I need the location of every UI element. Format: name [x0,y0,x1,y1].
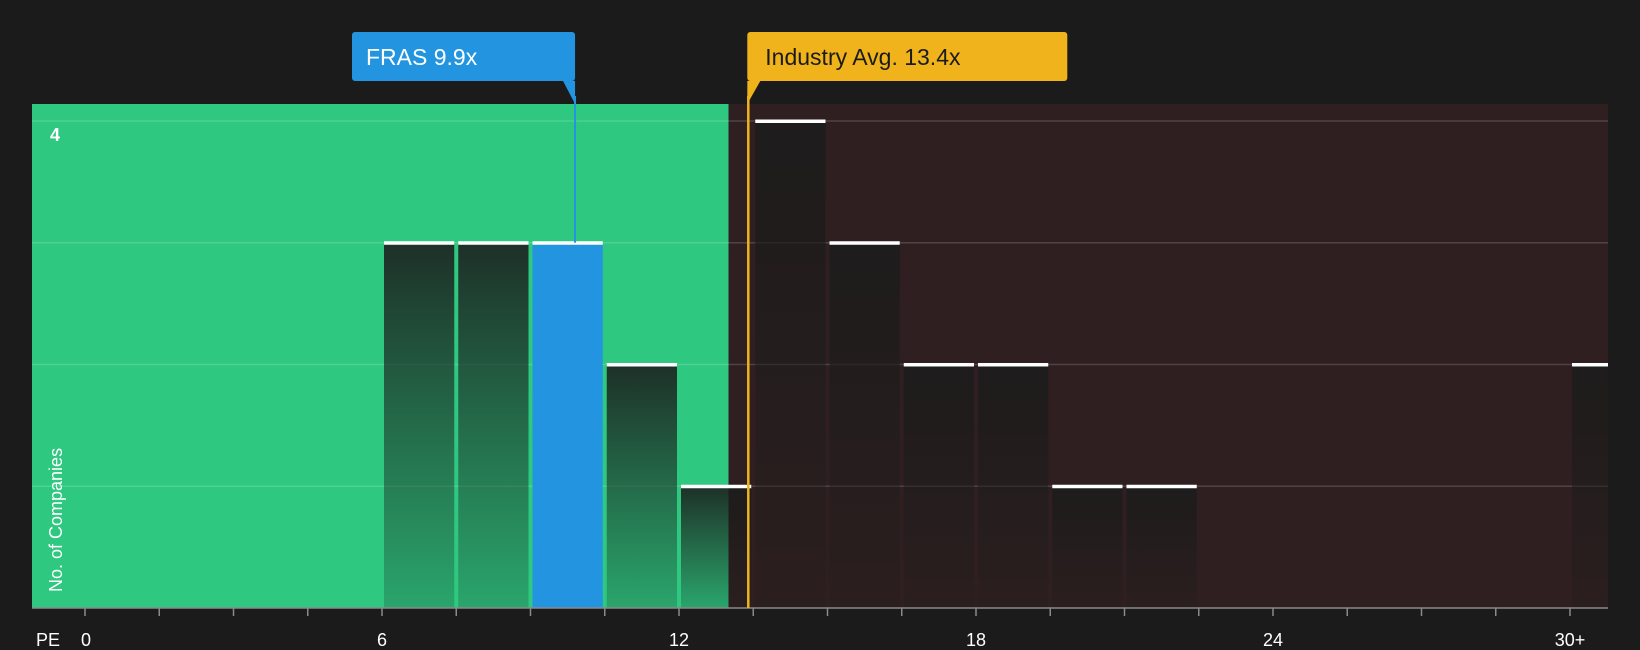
bar-top-line [1572,363,1608,367]
bar-top-line [755,119,826,123]
x-tick-label: 6 [377,630,387,650]
bar-top-line [1052,484,1123,489]
histogram-bar [384,242,455,608]
histogram-bar [606,364,677,608]
bar-top-line [458,241,529,245]
industry-callout-label: Industry Avg. 13.4x [765,44,961,70]
histogram-bar [458,242,529,608]
histogram-bar [755,121,826,608]
bar-top-line [978,363,1049,367]
x-axis-label: PE [36,630,60,650]
histogram-bar [978,364,1049,608]
x-tick-label: 18 [966,630,986,650]
histogram-bar [1572,364,1608,608]
bar-top-line [384,241,455,245]
y-tick-label: 4 [50,125,60,145]
x-tick-label: 24 [1263,630,1283,650]
bar-top-line [829,241,900,245]
pe-distribution-chart: 0 6 12 18 24 30+ 4 FRAS 9.9x Industry Avg. 13.4… [32,32,1608,650]
bar-top-line [903,363,974,367]
bar-top-line [532,241,603,245]
x-tick-label: 12 [669,630,689,650]
company-callout-pointer [563,81,576,104]
company-callout-label: FRAS 9.9x [366,44,478,70]
bar-top-line [1126,484,1197,489]
bar-top-line [606,363,677,367]
x-tick-label: 0 [81,630,91,650]
y-axis-label: No. of Companies [46,448,66,592]
histogram-bar [681,486,752,608]
histogram-bar [903,364,974,608]
histogram-bar [1126,486,1197,608]
bar-top-line [681,484,752,489]
histogram-bar [829,242,900,608]
x-tick-label: 30+ [1555,630,1586,650]
histogram-bar [532,242,603,608]
histogram-bar [1052,486,1123,608]
